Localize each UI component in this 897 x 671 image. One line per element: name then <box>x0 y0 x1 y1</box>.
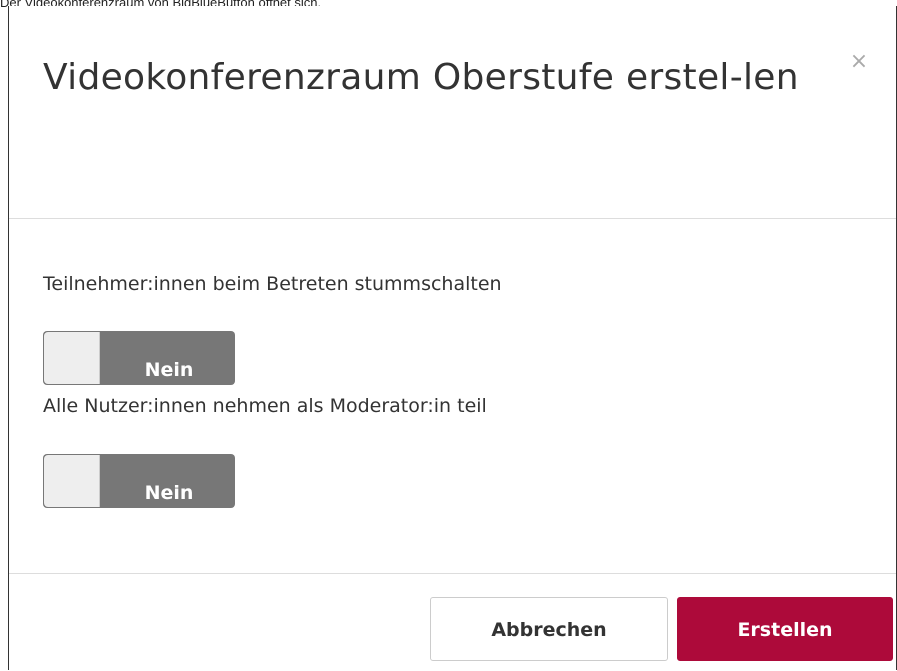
create-button[interactable]: Erstellen <box>677 597 893 661</box>
dialog-title: Videokonferenzraum Oberstufe erstel-len <box>43 57 799 98</box>
create-room-dialog: Videokonferenzraum Oberstufe erstel-len … <box>8 6 897 670</box>
all-moderators-label: Alle Nutzer:innen nehmen als Moderator:i… <box>43 395 487 417</box>
dialog-header: Videokonferenzraum Oberstufe erstel-len … <box>9 6 896 219</box>
mute-on-join-toggle[interactable]: Nein <box>43 331 235 385</box>
dialog-footer: Abbrechen Erstellen <box>9 573 896 671</box>
cancel-button[interactable]: Abbrechen <box>430 597 668 661</box>
toggle-knob <box>44 455 100 507</box>
dialog-body: Teilnehmer:innen beim Betreten stummscha… <box>9 219 896 573</box>
toggle-state-label: Nein <box>144 359 194 381</box>
mute-on-join-label: Teilnehmer:innen beim Betreten stummscha… <box>43 273 502 295</box>
toggle-state-label: Nein <box>144 482 194 504</box>
close-icon[interactable]: × <box>847 50 871 74</box>
all-moderators-toggle[interactable]: Nein <box>43 454 235 508</box>
toggle-knob <box>44 332 100 384</box>
